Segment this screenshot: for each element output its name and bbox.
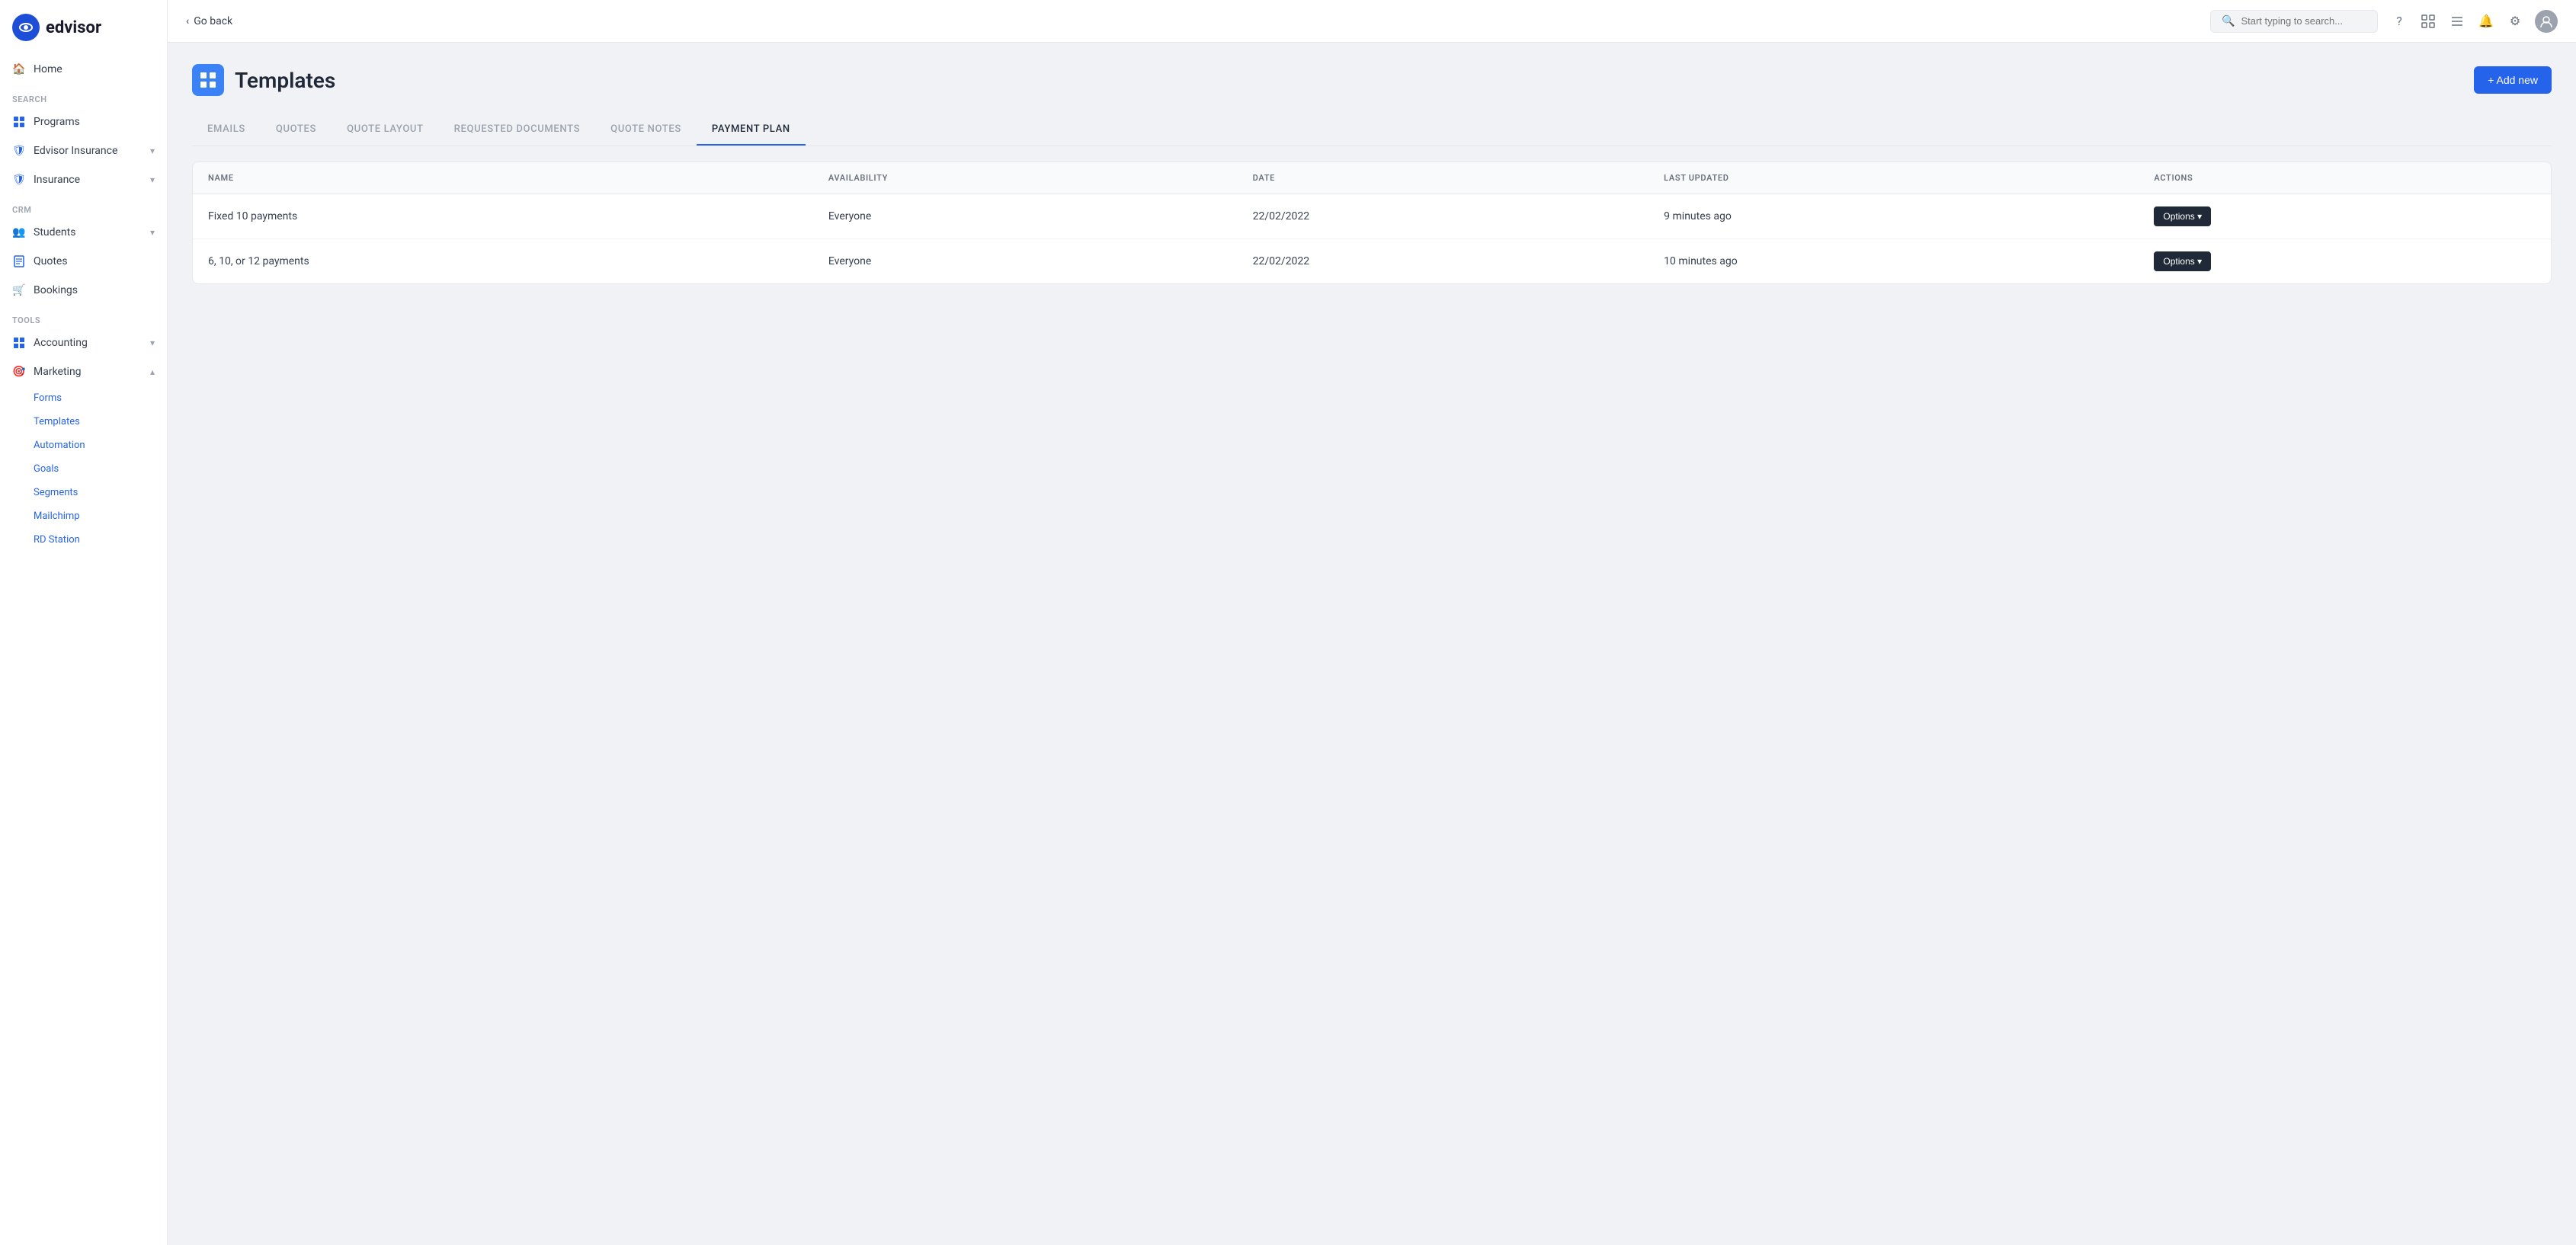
- edvisor-insurance-label: Edvisor Insurance: [34, 145, 117, 157]
- sidebar-item-quotes[interactable]: Quotes: [0, 247, 167, 276]
- col-availability: AVAILABILITY: [813, 162, 1238, 194]
- sidebar-item-segments[interactable]: Segments: [0, 481, 167, 504]
- sidebar: edvisor 🏠 Home SEARCH Programs 🛡 Edvisor…: [0, 0, 168, 1245]
- insurance-chevron: ▾: [150, 174, 155, 185]
- cell-actions-0: Options ▾: [2139, 194, 2551, 239]
- bookings-icon: 🛒: [12, 283, 26, 297]
- sidebar-item-marketing[interactable]: 🎯 Marketing ▴: [0, 357, 167, 386]
- user-avatar[interactable]: [2535, 10, 2558, 33]
- programs-icon: [12, 115, 26, 129]
- sidebar-item-goals[interactable]: Goals: [0, 457, 167, 481]
- col-name: NAME: [193, 162, 813, 194]
- cell-date-0: 22/02/2022: [1238, 194, 1649, 239]
- help-icon[interactable]: ?: [2390, 12, 2408, 30]
- tab-quotes[interactable]: QUOTES: [261, 114, 332, 146]
- sidebar-item-students[interactable]: 👥 Students ▾: [0, 218, 167, 247]
- accounting-label: Accounting: [34, 337, 88, 349]
- topbar: ‹ Go back 🔍 ?: [168, 0, 2576, 43]
- content-area: Templates + Add new EMAILS QUOTES QUOTE …: [168, 43, 2576, 1245]
- settings-icon[interactable]: ⚙: [2506, 12, 2524, 30]
- page-title-icon: [192, 64, 224, 96]
- search-input[interactable]: [2241, 15, 2366, 27]
- students-chevron: ▾: [150, 227, 155, 238]
- sidebar-item-forms[interactable]: Forms: [0, 386, 167, 410]
- cell-last-updated-0: 9 minutes ago: [1648, 194, 2139, 239]
- bookings-label: Bookings: [34, 284, 78, 296]
- tab-quote-notes[interactable]: QUOTE NOTES: [595, 114, 697, 146]
- page-title: Templates: [235, 68, 335, 93]
- page-header: Templates + Add new: [192, 64, 2552, 96]
- sidebar-item-edvisor-insurance[interactable]: 🛡 Edvisor Insurance ▾: [0, 136, 167, 165]
- payment-plans-table: NAME AVAILABILITY DATE LAST UPDATED ACTI…: [193, 162, 2551, 283]
- options-button-1[interactable]: Options ▾: [2154, 251, 2211, 271]
- sidebar-item-rd-station[interactable]: RD Station: [0, 528, 167, 552]
- edvisor-insurance-chevron: ▾: [150, 146, 155, 156]
- grid-icon[interactable]: [2419, 12, 2437, 30]
- cell-last-updated-1: 10 minutes ago: [1648, 239, 2139, 284]
- edvisor-logo-icon: [12, 14, 40, 41]
- options-button-0[interactable]: Options ▾: [2154, 206, 2211, 226]
- tab-quote-layout[interactable]: QUOTE LAYOUT: [332, 114, 439, 146]
- add-new-button[interactable]: + Add new: [2474, 66, 2552, 94]
- topbar-icons: ? 🔔 ⚙: [2390, 10, 2558, 33]
- cell-actions-1: Options ▾: [2139, 239, 2551, 284]
- cell-availability-0: Everyone: [813, 194, 1238, 239]
- insurance-label: Insurance: [34, 174, 80, 186]
- quotes-label: Quotes: [34, 255, 68, 267]
- sidebar-item-programs[interactable]: Programs: [0, 107, 167, 136]
- sidebar-item-templates[interactable]: Templates: [0, 410, 167, 434]
- students-label: Students: [34, 226, 75, 238]
- search-icon: 🔍: [2222, 15, 2235, 27]
- table-row: 6, 10, or 12 payments Everyone 22/02/202…: [193, 239, 2551, 284]
- cell-availability-1: Everyone: [813, 239, 1238, 284]
- tab-requested-documents[interactable]: REQUESTED DOCUMENTS: [439, 114, 595, 146]
- insurance-icon: 🛡: [12, 173, 26, 187]
- sidebar-navigation: 🏠 Home SEARCH Programs 🛡 Edvisor Insuran…: [0, 55, 167, 1245]
- bell-icon[interactable]: 🔔: [2477, 12, 2495, 30]
- list-icon[interactable]: [2448, 12, 2466, 30]
- students-icon: 👥: [12, 226, 26, 239]
- marketing-icon: 🎯: [12, 365, 26, 379]
- search-box[interactable]: 🔍: [2210, 10, 2378, 33]
- topbar-right: 🔍 ?: [2210, 10, 2558, 33]
- sidebar-item-mailchimp[interactable]: Mailchimp: [0, 504, 167, 528]
- home-icon: 🏠: [12, 62, 26, 76]
- cell-date-1: 22/02/2022: [1238, 239, 1649, 284]
- tab-emails[interactable]: EMAILS: [192, 114, 261, 146]
- col-last-updated: LAST UPDATED: [1648, 162, 2139, 194]
- main-content: ‹ Go back 🔍 ?: [168, 0, 2576, 1245]
- edvisor-insurance-icon: 🛡: [12, 144, 26, 158]
- logo-text: edvisor: [46, 18, 101, 37]
- go-back-button[interactable]: ‹ Go back: [186, 15, 232, 27]
- home-label: Home: [34, 63, 62, 75]
- sidebar-item-automation[interactable]: Automation: [0, 434, 167, 457]
- sidebar-item-accounting[interactable]: Accounting ▾: [0, 328, 167, 357]
- sidebar-item-home[interactable]: 🏠 Home: [0, 55, 167, 84]
- sidebar-item-insurance[interactable]: 🛡 Insurance ▾: [0, 165, 167, 194]
- sidebar-item-bookings[interactable]: 🛒 Bookings: [0, 276, 167, 305]
- col-date: DATE: [1238, 162, 1649, 194]
- tab-payment-plan[interactable]: PAYMENT PLAN: [697, 114, 806, 146]
- payment-plans-table-container: NAME AVAILABILITY DATE LAST UPDATED ACTI…: [192, 162, 2552, 284]
- tools-section-label: TOOLS: [0, 305, 167, 328]
- page-title-group: Templates: [192, 64, 335, 96]
- programs-label: Programs: [34, 116, 80, 128]
- search-section-label: SEARCH: [0, 84, 167, 107]
- quotes-icon: [12, 254, 26, 268]
- accounting-icon: [12, 336, 26, 350]
- back-arrow-icon: ‹: [186, 15, 189, 27]
- marketing-chevron: ▴: [150, 366, 155, 377]
- tabs-bar: EMAILS QUOTES QUOTE LAYOUT REQUESTED DOC…: [192, 114, 2552, 146]
- table-row: Fixed 10 payments Everyone 22/02/2022 9 …: [193, 194, 2551, 239]
- go-back-label: Go back: [194, 15, 232, 27]
- cell-name-1: 6, 10, or 12 payments: [193, 239, 813, 284]
- cell-name-0: Fixed 10 payments: [193, 194, 813, 239]
- crm-section-label: CRM: [0, 194, 167, 218]
- accounting-chevron: ▾: [150, 338, 155, 348]
- col-actions: ACTIONS: [2139, 162, 2551, 194]
- marketing-label: Marketing: [34, 366, 82, 378]
- logo: edvisor: [0, 0, 167, 55]
